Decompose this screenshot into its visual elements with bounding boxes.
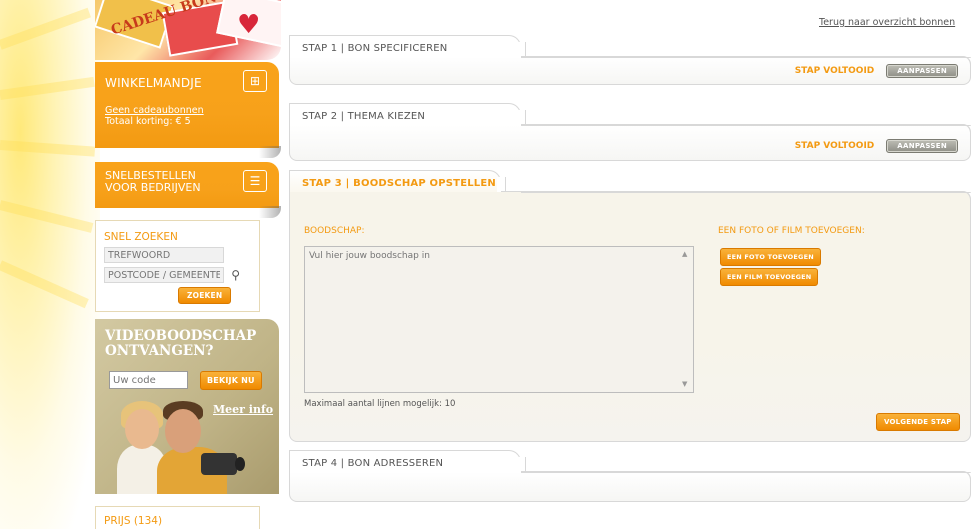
- view-now-button[interactable]: BEKIJK NU: [200, 371, 262, 390]
- search-button[interactable]: ZOEKEN: [178, 287, 232, 304]
- quick-search-panel: SNEL ZOEKEN ⚲ ZOEKEN: [95, 220, 260, 312]
- step-2-status: STAP VOLTOOID: [794, 141, 875, 151]
- cart-vouchers-link[interactable]: Geen cadeaubonnen: [105, 105, 269, 116]
- step-2: STAP 2 | THEMA KIEZEN STAP VOLTOOID AANP…: [289, 103, 971, 165]
- promo-banner-image[interactable]: CADEAU BON ♥: [95, 0, 281, 60]
- message-label: BOODSCHAP:: [304, 226, 365, 236]
- quick-order-panel[interactable]: SNELBESTELLEN VOOR BEDRIJVEN ☰: [95, 162, 281, 218]
- message-textarea[interactable]: [304, 246, 694, 393]
- step-1-status: STAP VOLTOOID: [794, 66, 875, 76]
- step-3: STAP 3 | BOODSCHAP OPSTELLEN BOODSCHAP: …: [289, 170, 971, 442]
- step-1: STAP 1 | BON SPECIFICEREN STAP VOLTOOID …: [289, 35, 971, 97]
- video-title-1: VIDEOBOODSCHAP: [105, 328, 257, 344]
- cart-panel: WINKELMANDJE ⊞ Geen cadeaubonnen Totaal …: [95, 62, 281, 158]
- media-label: EEN FOTO OF FILM TOEVOEGEN:: [718, 226, 865, 236]
- add-photo-button[interactable]: EEN FOTO TOEVOEGEN: [720, 248, 821, 266]
- video-title-2: ONTVANGEN?: [105, 343, 214, 359]
- cart-discount: Totaal korting: € 5: [105, 116, 191, 127]
- max-lines-text: Maximaal aantal lijnen mogelijk: 10: [304, 399, 456, 409]
- postcode-input[interactable]: [104, 267, 224, 283]
- price-title: PRIJS (134): [104, 515, 163, 527]
- step-2-edit-button[interactable]: AANPASSEN: [886, 139, 958, 153]
- add-film-button[interactable]: EEN FILM TOEVOEGEN: [720, 268, 819, 286]
- keyword-input[interactable]: [104, 247, 224, 263]
- back-to-overview-link[interactable]: Terug naar overzicht bonnen: [819, 17, 955, 28]
- video-message-panel: VIDEOBOODSCHAP ONTVANGEN? BEKIJK NU Meer…: [95, 319, 279, 494]
- step-1-edit-button[interactable]: AANPASSEN: [886, 64, 958, 78]
- more-info-link[interactable]: Meer info: [213, 403, 273, 416]
- magnifier-icon[interactable]: ⚲: [231, 268, 240, 282]
- document-icon: ☰: [243, 170, 267, 192]
- heart-icon: ♥: [237, 10, 261, 40]
- scroll-down-icon[interactable]: ▼: [682, 380, 687, 388]
- step-1-panel: STAP VOLTOOID AANPASSEN: [289, 56, 971, 85]
- step-3-tab[interactable]: STAP 3 | BOODSCHAP OPSTELLEN: [289, 170, 506, 195]
- step-4-panel: [289, 471, 971, 502]
- price-filter-panel[interactable]: PRIJS (134): [95, 506, 260, 529]
- scroll-up-icon[interactable]: ▲: [682, 250, 687, 258]
- cart-icon[interactable]: ⊞: [243, 70, 267, 92]
- video-code-input[interactable]: [109, 371, 188, 389]
- next-step-button[interactable]: VOLGENDE STAP: [876, 413, 960, 431]
- quick-search-title: SNEL ZOEKEN: [104, 231, 178, 243]
- sun-background: [0, 0, 100, 529]
- step-2-tab[interactable]: STAP 2 | THEMA KIEZEN: [289, 103, 526, 128]
- step-4: STAP 4 | BON ADRESSEREN: [289, 450, 971, 510]
- step-1-tab[interactable]: STAP 1 | BON SPECIFICEREN: [289, 35, 526, 60]
- step-3-panel: BOODSCHAP: EEN FOTO OF FILM TOEVOEGEN: ▲…: [289, 191, 971, 442]
- camera-icon: [201, 453, 245, 475]
- step-4-tab[interactable]: STAP 4 | BON ADRESSEREN: [289, 450, 526, 475]
- step-2-panel: STAP VOLTOOID AANPASSEN: [289, 124, 971, 161]
